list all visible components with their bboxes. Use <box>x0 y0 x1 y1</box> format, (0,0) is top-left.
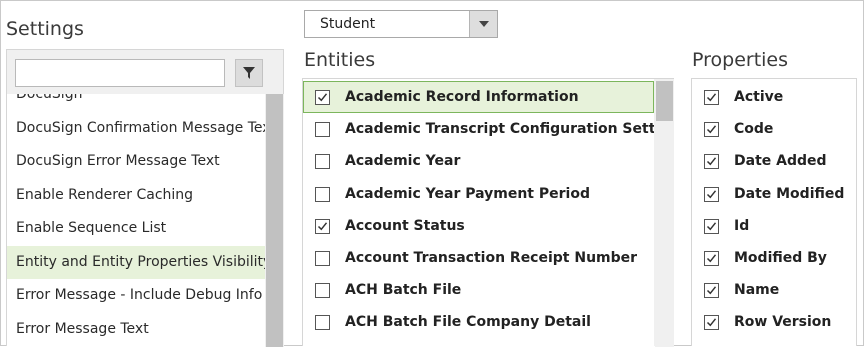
entity-checkbox[interactable] <box>315 218 330 234</box>
property-row[interactable]: Date Added <box>692 145 856 177</box>
property-row[interactable]: Name <box>692 274 856 306</box>
settings-scroll-thumb[interactable] <box>266 94 283 347</box>
settings-list-item[interactable]: Entity and Entity Properties Visibility <box>7 245 265 279</box>
entity-label: Academic Year Payment Period <box>345 185 590 202</box>
entities-scrollbar[interactable] <box>655 79 674 347</box>
entity-row[interactable]: Account Transaction Receipt Number <box>303 242 654 274</box>
entity-label: Academic Transcript Configuration Settin… <box>345 121 654 138</box>
entity-row[interactable]: Academic Year <box>303 145 654 177</box>
entity-label: ACH Batch File Company Detail <box>345 314 591 331</box>
settings-list-item[interactable]: DocuSign <box>7 94 265 111</box>
property-checkbox[interactable] <box>704 251 719 266</box>
property-row[interactable]: Date Modified <box>692 178 856 210</box>
properties-list: Active Code Date Added Date Modified Id Modif… <box>692 79 856 347</box>
entities-list: Academic Record Information Academic Tran… <box>303 79 654 347</box>
property-checkbox[interactable] <box>704 218 719 234</box>
entity-label: Academic Year <box>345 153 461 170</box>
entity-checkbox[interactable] <box>315 315 330 331</box>
settings-list-item[interactable]: Error Message Text <box>7 313 265 346</box>
filter-icon <box>243 64 255 83</box>
entity-row[interactable]: Account Status <box>303 210 654 242</box>
entity-checkbox[interactable] <box>315 154 330 170</box>
entity-checkbox[interactable] <box>315 251 330 266</box>
property-checkbox[interactable] <box>704 122 719 138</box>
settings-list-item[interactable]: DocuSign Error Message Text <box>7 145 265 178</box>
property-row[interactable]: Modified By <box>692 242 856 274</box>
property-row[interactable]: Id <box>692 210 856 242</box>
properties-title: Properties <box>692 49 789 71</box>
property-checkbox[interactable] <box>704 186 719 202</box>
entity-label: Account Transaction Receipt Number <box>345 250 638 266</box>
property-label: Date Modified <box>734 185 845 202</box>
entity-label: Academic Record Information <box>345 89 579 105</box>
property-label: Active <box>734 89 784 105</box>
entity-label: Account Status <box>345 217 465 234</box>
entities-scroll-thumb[interactable] <box>656 81 673 121</box>
property-label: Date Added <box>734 153 827 170</box>
settings-list-item[interactable]: Enable Sequence List <box>7 212 265 245</box>
entity-type-value: Student <box>320 16 376 32</box>
settings-scrollbar[interactable] <box>265 94 284 347</box>
entity-checkbox[interactable] <box>315 90 330 105</box>
entity-label: ACH Batch File <box>345 282 462 299</box>
properties-panel: Active Code Date Added Date Modified Id Modif… <box>691 78 857 347</box>
entity-row[interactable]: Academic Year Payment Period <box>303 178 654 210</box>
property-checkbox[interactable] <box>704 283 719 299</box>
property-checkbox[interactable] <box>704 90 719 105</box>
property-label: Code <box>734 121 774 138</box>
entity-row[interactable]: Academic Record Information <box>303 81 654 113</box>
settings-list-item[interactable]: Enable Renderer Caching <box>7 179 265 212</box>
entity-checkbox[interactable] <box>315 122 330 138</box>
entity-row[interactable]: Academic Transcript Configuration Settin… <box>303 113 654 145</box>
property-label: Modified By <box>734 250 827 266</box>
entity-row[interactable]: ACH Batch File Company Detail <box>303 306 654 338</box>
property-row[interactable]: Code <box>692 113 856 145</box>
property-row[interactable]: Row Version <box>692 306 856 338</box>
entity-row[interactable]: ACH Batch File <box>303 274 654 306</box>
entity-checkbox[interactable] <box>315 283 330 299</box>
filter-button[interactable] <box>235 59 263 87</box>
settings-list-item[interactable]: DocuSign Confirmation Message Text <box>7 112 265 145</box>
settings-list: DocuSign DocuSign Confirmation Message Te… <box>7 94 265 347</box>
entities-title: Entities <box>304 49 376 71</box>
property-checkbox[interactable] <box>704 315 719 331</box>
entity-checkbox[interactable] <box>315 186 330 202</box>
property-label: Name <box>734 282 780 299</box>
settings-title: Settings <box>6 18 84 40</box>
property-checkbox[interactable] <box>704 154 719 170</box>
dropdown-button[interactable] <box>469 11 497 37</box>
settings-panel: DocuSign DocuSign Confirmation Message Te… <box>6 49 284 347</box>
property-label: Id <box>734 217 750 234</box>
entity-type-select[interactable]: Student <box>304 10 498 38</box>
settings-list-item[interactable]: Error Message - Include Debug Info <box>7 279 265 312</box>
settings-search-input[interactable] <box>15 59 225 87</box>
entities-panel: Academic Record Information Academic Tran… <box>302 78 674 347</box>
property-row[interactable]: Active <box>692 81 856 113</box>
property-label: Row Version <box>734 314 832 331</box>
chevron-down-icon <box>478 21 489 27</box>
